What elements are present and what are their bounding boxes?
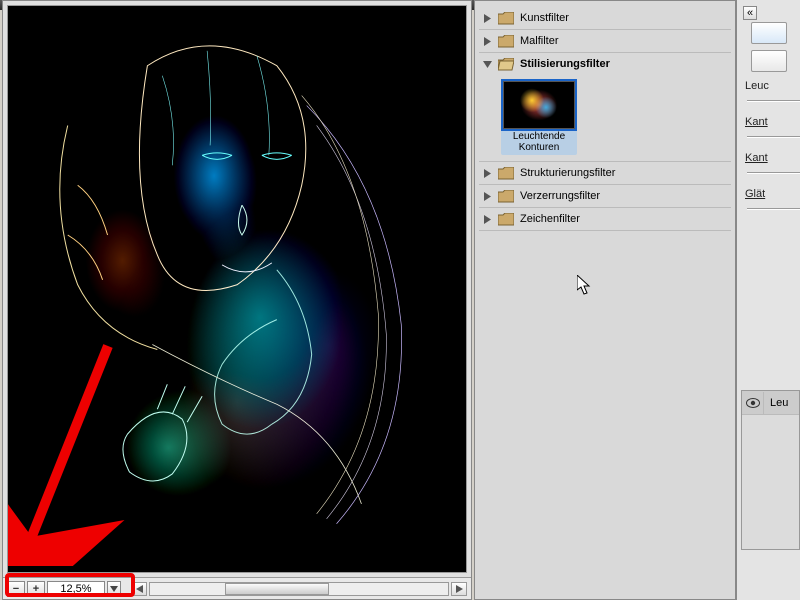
zoom-level-value: 12,5% bbox=[60, 583, 91, 595]
zoom-bar: − + 12,5% bbox=[3, 577, 471, 599]
triangle-right-icon bbox=[483, 37, 492, 46]
filter-options-pane: « Leuc Kant Kant Glät Leu bbox=[736, 0, 800, 600]
scroll-track[interactable] bbox=[149, 582, 449, 596]
param-edge-brightness-label: Kant bbox=[745, 152, 800, 164]
triangle-right-icon bbox=[483, 215, 492, 224]
zoom-level-dropdown[interactable] bbox=[107, 581, 121, 597]
preview-pane: − + 12,5% bbox=[2, 0, 472, 600]
filter-category-pane: Kunstfilter Malfilter Stilisierungsfilte… bbox=[474, 0, 736, 600]
folder-icon bbox=[498, 12, 514, 25]
effect-layer-label: Leu bbox=[764, 397, 788, 409]
scroll-right-button[interactable] bbox=[451, 582, 467, 596]
category-label: Zeichenfilter bbox=[520, 213, 580, 225]
scroll-thumb[interactable] bbox=[225, 583, 329, 595]
category-label: Strukturierungsfilter bbox=[520, 167, 615, 179]
ok-button[interactable] bbox=[751, 22, 787, 44]
category-stilisierungsfilter[interactable]: Stilisierungsfilter bbox=[477, 53, 733, 75]
zoom-level-field[interactable]: 12,5% bbox=[47, 581, 105, 597]
category-strukturierungsfilter[interactable]: Strukturierungsfilter bbox=[477, 162, 733, 184]
filter-gallery-dialog: − + 12,5% Kunstfilter Malfilter bbox=[0, 0, 800, 600]
category-label: Malfilter bbox=[520, 35, 559, 47]
zoom-out-button[interactable]: − bbox=[7, 581, 25, 597]
triangle-right-icon bbox=[483, 192, 492, 201]
category-verzerrungsfilter[interactable]: Verzerrungsfilter bbox=[477, 185, 733, 207]
param-smoothing-slider[interactable] bbox=[747, 208, 800, 210]
category-label: Kunstfilter bbox=[520, 12, 569, 24]
preview-image-edges bbox=[8, 6, 466, 564]
preview-canvas[interactable] bbox=[7, 5, 467, 573]
category-label: Stilisierungsfilter bbox=[520, 58, 610, 70]
visibility-toggle-icon[interactable] bbox=[742, 392, 764, 414]
folder-open-icon bbox=[498, 58, 514, 71]
preview-horizontal-scrollbar[interactable] bbox=[131, 582, 467, 596]
filter-leuchtende-konturen[interactable]: Leuchtende Konturen bbox=[501, 79, 577, 155]
param-edge-width-label: Kant bbox=[745, 116, 800, 128]
folder-icon bbox=[498, 190, 514, 203]
filter-thumbnail-image bbox=[503, 81, 575, 129]
category-label: Verzerrungsfilter bbox=[520, 190, 600, 202]
triangle-down-icon bbox=[483, 60, 492, 69]
category-kunstfilter[interactable]: Kunstfilter bbox=[477, 7, 733, 29]
param-edge-brightness-slider[interactable] bbox=[747, 172, 800, 174]
param-edge-width-slider[interactable] bbox=[747, 136, 800, 138]
filter-thumbnails-row: Leuchtende Konturen bbox=[477, 75, 733, 161]
filter-thumbnail-label: Leuchtende Konturen bbox=[503, 131, 575, 153]
folder-icon bbox=[498, 35, 514, 48]
triangle-right-icon bbox=[483, 14, 492, 23]
category-malfilter[interactable]: Malfilter bbox=[477, 30, 733, 52]
effect-layers-panel: Leu bbox=[741, 390, 800, 550]
zoom-in-button[interactable]: + bbox=[27, 581, 45, 597]
mouse-cursor-icon bbox=[577, 275, 591, 295]
folder-icon bbox=[498, 213, 514, 226]
param-smoothing-label: Glät bbox=[745, 188, 800, 200]
filter-category-list: Kunstfilter Malfilter Stilisierungsfilte… bbox=[475, 1, 735, 599]
scroll-left-button[interactable] bbox=[131, 582, 147, 596]
hide-categories-icon[interactable]: « bbox=[743, 6, 757, 20]
effect-layer-row[interactable]: Leu bbox=[742, 391, 799, 415]
triangle-right-icon bbox=[483, 169, 492, 178]
cancel-button[interactable] bbox=[751, 50, 787, 72]
filter-name-label: Leuc bbox=[745, 80, 800, 92]
folder-icon bbox=[498, 167, 514, 180]
category-zeichenfilter[interactable]: Zeichenfilter bbox=[477, 208, 733, 230]
